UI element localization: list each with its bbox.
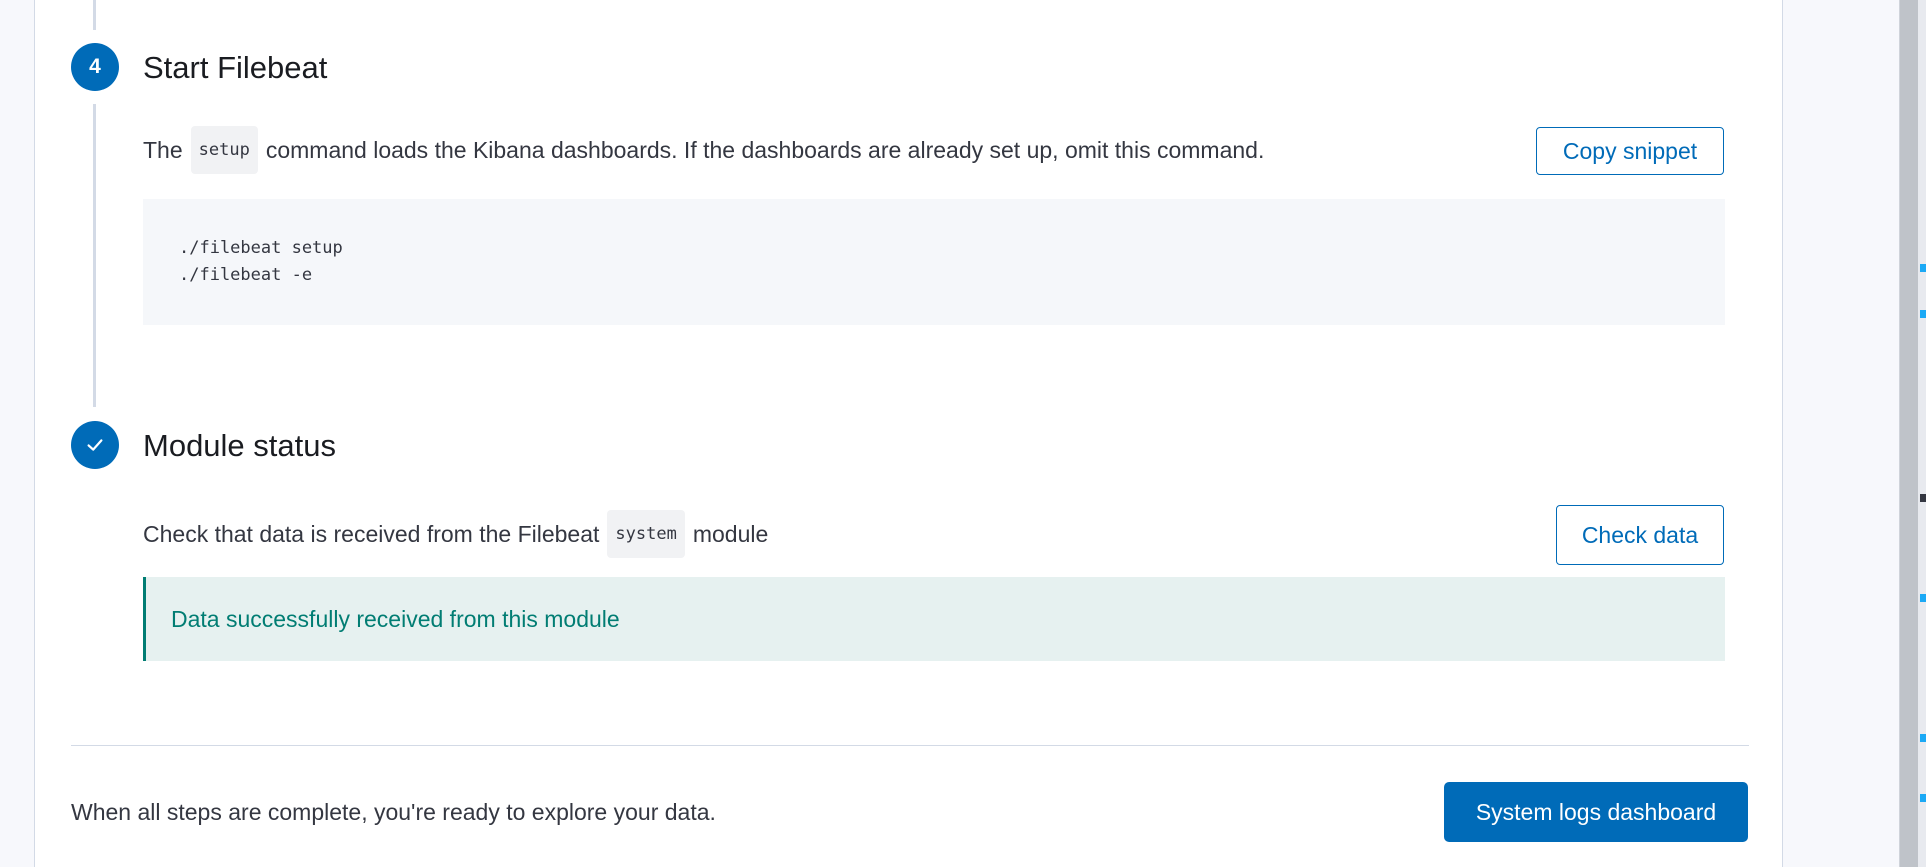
module-status-description: Check that data is received from the Fil… — [143, 510, 768, 558]
step-number: 4 — [89, 55, 101, 78]
code-line: ./filebeat setup — [179, 238, 343, 258]
inline-code-setup: setup — [190, 126, 258, 174]
success-callout: Data successfully received from this mod… — [143, 577, 1725, 661]
footer-divider — [71, 745, 1749, 746]
timeline-line-step-4 — [93, 104, 96, 407]
step-complete-badge — [71, 421, 119, 469]
desc-text-after: module — [692, 521, 769, 547]
desc-text-before: The — [143, 137, 183, 163]
scroll-marker — [1920, 494, 1926, 502]
system-logs-dashboard-button[interactable]: System logs dashboard — [1444, 782, 1748, 842]
success-message: Data successfully received from this mod… — [171, 605, 620, 632]
check-data-button[interactable]: Check data — [1556, 505, 1724, 565]
scroll-marker — [1920, 794, 1926, 802]
step-title-module-status: Module status — [143, 428, 336, 463]
scroll-marker — [1920, 310, 1926, 318]
step-description: The setup command loads the Kibana dashb… — [143, 126, 1264, 174]
desc-text-after: command loads the Kibana dashboards. If … — [265, 137, 1265, 163]
footer-text: When all steps are complete, you're read… — [71, 799, 716, 825]
code-block[interactable]: ./filebeat setup ./filebeat -e — [143, 199, 1725, 325]
step-title-start-filebeat: Start Filebeat — [143, 50, 328, 85]
copy-snippet-button[interactable]: Copy snippet — [1536, 127, 1724, 175]
checkmark-icon — [87, 439, 103, 451]
scroll-marker — [1920, 594, 1926, 602]
inline-code-system: system — [607, 510, 685, 558]
scrollbar-thumb[interactable] — [1900, 0, 1918, 867]
timeline-line-top — [93, 0, 96, 30]
step-number-badge: 4 — [71, 43, 119, 91]
code-line: ./filebeat -e — [179, 265, 313, 285]
scroll-marker — [1920, 264, 1926, 272]
page: 4 Start Filebeat The setup command loads… — [0, 0, 1926, 867]
desc-text-before: Check that data is received from the Fil… — [143, 521, 600, 547]
scroll-marker — [1920, 734, 1926, 742]
right-gutter — [1783, 0, 1899, 867]
